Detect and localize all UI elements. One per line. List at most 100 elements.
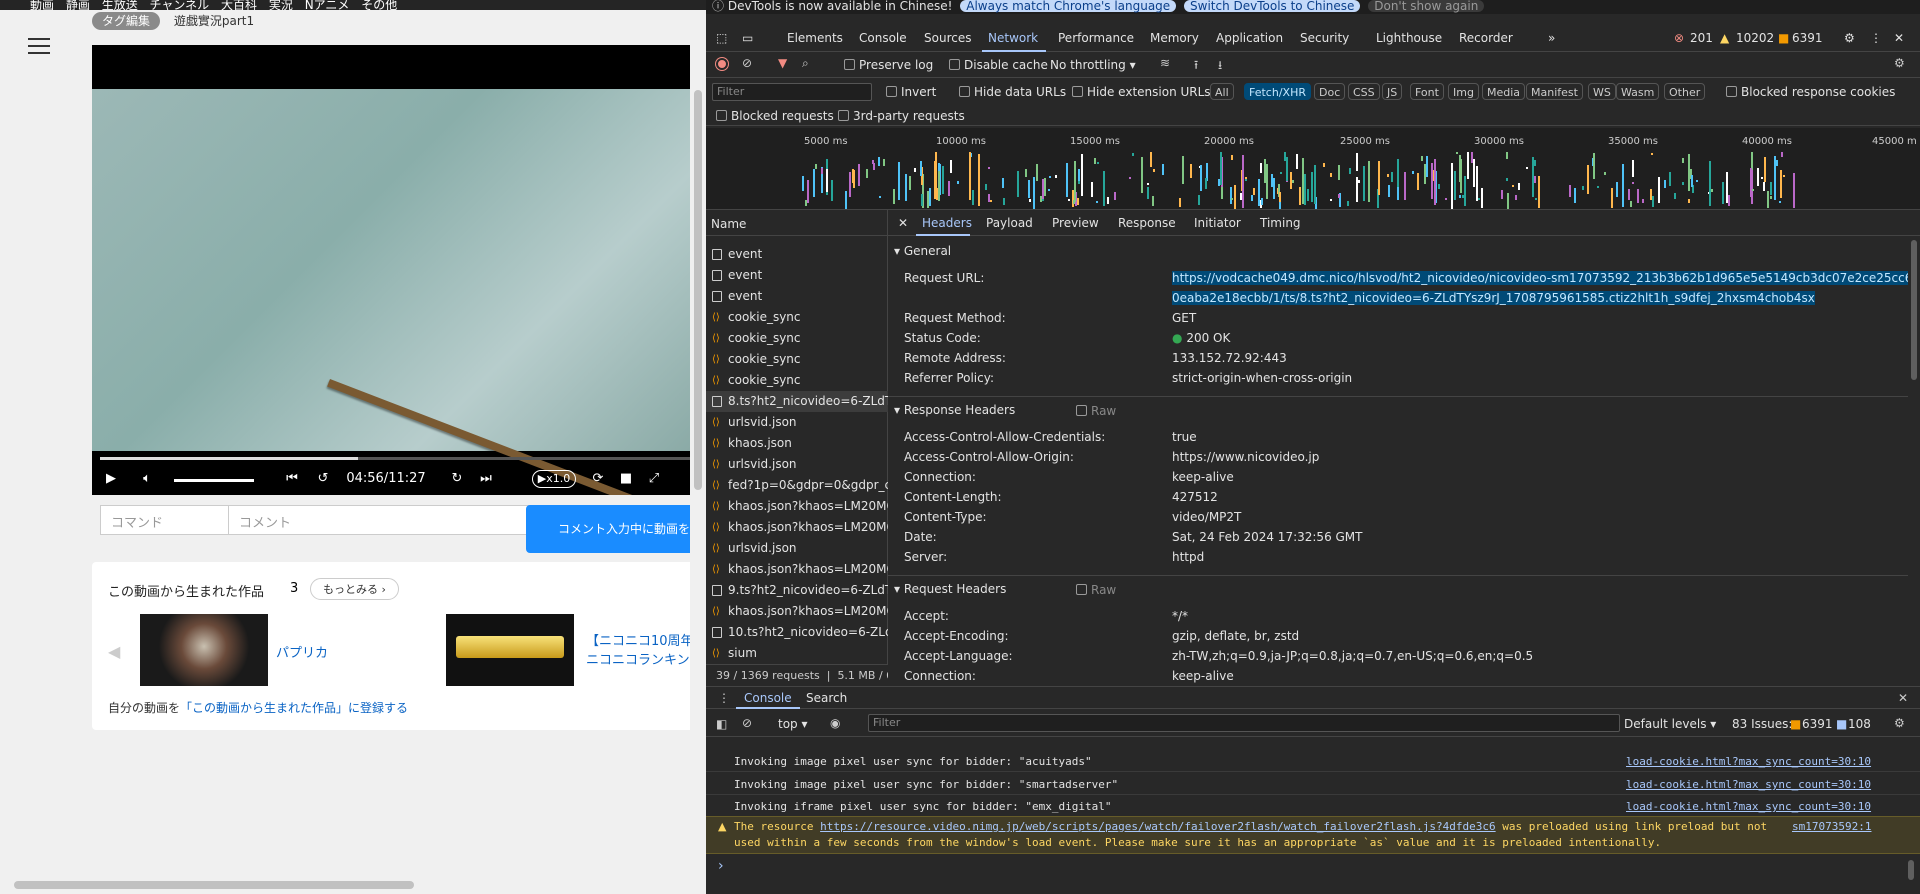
response-headers-section[interactable]: ▾ Response Headers [894,403,1015,417]
tab-elements[interactable]: Elements [787,31,843,45]
page-scrollbar[interactable] [690,10,706,876]
volume-slider[interactable] [174,479,254,482]
scrollbar-thumb[interactable] [1911,240,1917,380]
register-link[interactable]: 「この動画から生まれた作品」に登録する [180,701,408,715]
request-row[interactable]: ⟨⟩ khaos.json?khaos=LM20MQ... [706,601,888,622]
request-url-cont[interactable]: 0eaba2e18ecbb/1/ts/8.ts?ht2_nicovideo=6-… [1172,291,1815,305]
more-button[interactable]: もっとみる › [310,578,399,600]
work-thumbnail[interactable] [446,614,574,686]
issues-count[interactable]: 6391 [1792,31,1823,45]
tab-payload[interactable]: Payload [986,216,1033,230]
request-row[interactable]: event [706,286,888,307]
horizontal-scrollbar[interactable] [0,876,690,894]
tab-sources[interactable]: Sources [924,31,971,45]
work-label[interactable]: パプリカ [276,642,328,661]
live-expression-icon[interactable]: ◉ [830,716,840,730]
request-row[interactable]: 10.ts?ht2_nicovideo=6-ZLd... [706,622,888,643]
tab-timing[interactable]: Timing [1260,216,1301,230]
console-filter-input[interactable]: Filter [868,714,1620,732]
filter-icon[interactable]: ▼ [778,56,787,70]
request-row[interactable]: ⟨⟩ urlsvid.json [706,538,888,559]
nav-item[interactable]: 大百科 [221,0,257,10]
type-chip-img[interactable]: Img [1448,83,1479,100]
speed-button[interactable]: ▶x1.0 [532,470,576,488]
nav-item[interactable]: 生放送 [102,0,138,10]
seek-bar[interactable] [100,457,700,460]
search-icon[interactable]: ⌕ [802,56,809,71]
nav-item[interactable]: 実況 [269,0,293,10]
request-row[interactable]: event [706,265,888,286]
tab-network[interactable]: Network [988,31,1038,45]
type-chip-doc[interactable]: Doc [1314,83,1346,100]
console-source-link[interactable]: load-cookie.html?max_sync_count=30:10 [1626,755,1871,768]
detail-scrollbar[interactable] [1908,236,1920,686]
nav-item[interactable]: 静画 [66,0,90,10]
name-column-header[interactable]: Name [706,210,888,236]
tab-application[interactable]: Application [1216,31,1283,45]
skip-forward-icon[interactable]: ⏭︎ [478,469,494,489]
issue-info-count[interactable]: 108 [1848,717,1871,731]
settings-icon[interactable]: ⚙ [1844,31,1855,45]
rewind-10-icon[interactable]: ↺ [314,469,332,489]
type-chip-fetch-xhr[interactable]: Fetch/XHR [1244,83,1311,100]
tab-console[interactable]: Console [859,31,907,45]
play-icon[interactable]: ▶ [102,469,120,489]
request-row[interactable]: 9.ts?ht2_nicovideo=6-ZLdTY... [706,580,888,601]
work-label[interactable]: 【ニコニコ10周年 ニコニコランキン [586,632,694,670]
tag-item[interactable]: 遊戯實況part1 [174,14,254,28]
volume-icon[interactable]: 🔈︎ [138,469,156,489]
raw-checkbox[interactable]: Raw [1076,404,1116,418]
context-select[interactable]: top ▾ [778,717,808,731]
tag-edit-button[interactable]: タグ編集 [92,12,161,30]
drawer-menu-icon[interactable]: ⋮ [718,691,730,705]
filter-input[interactable]: Filter [712,83,872,101]
warning-count[interactable]: 10202 [1736,31,1774,45]
tab-preview[interactable]: Preview [1052,216,1099,230]
prev-arrow-icon[interactable]: ◀ [108,642,120,661]
close-drawer-icon[interactable]: ✕ [1898,691,1908,705]
type-chip-font[interactable]: Font [1410,83,1444,100]
log-levels-select[interactable]: Default levels ▾ [1624,717,1716,731]
nav-item[interactable]: チャンネル [150,0,210,10]
scrollbar-thumb[interactable] [694,90,702,490]
type-chip-all[interactable]: All [1210,83,1234,100]
request-row[interactable]: ⟨⟩ sium [706,643,888,664]
match-language-button[interactable]: Always match Chrome's language [960,0,1177,12]
request-row[interactable]: event [706,244,888,265]
scrollbar-thumb[interactable] [14,881,414,889]
request-row[interactable]: 8.ts?ht2_nicovideo=6-ZLdTY... [706,391,888,412]
clear-console-icon[interactable]: ⊘ [742,716,752,730]
type-chip-manifest[interactable]: Manifest [1526,83,1583,100]
request-row[interactable]: ⟨⟩ khaos.json?khaos=LM20MQ... [706,559,888,580]
request-row[interactable]: ⟨⟩ urlsvid.json [706,454,888,475]
disable-cache-checkbox[interactable]: Disable cache [949,58,1048,72]
export-har-icon[interactable]: ⭳ [1218,56,1222,77]
work-thumbnail[interactable] [140,614,268,686]
type-chip-css[interactable]: CSS [1348,83,1380,100]
console-source-link[interactable]: load-cookie.html?max_sync_count=30:10 [1626,778,1871,791]
issue-warn-count[interactable]: 6391 [1802,717,1833,731]
comment-input[interactable]: コメント [228,505,568,535]
raw-checkbox[interactable]: Raw [1076,583,1116,597]
kebab-menu-icon[interactable]: ⋮ [1870,31,1882,45]
nav-item[interactable]: その他 [361,0,397,10]
device-toggle-icon[interactable]: ▭ [742,31,753,45]
request-row[interactable]: ⟨⟩ khaos.json?khaos=LM20MQ... [706,517,888,538]
invert-checkbox[interactable]: Invert [886,85,936,99]
tab-performance[interactable]: Performance [1058,31,1134,45]
type-chip-js[interactable]: JS [1382,83,1403,100]
network-conditions-icon[interactable]: ≋ [1160,56,1170,70]
preserve-log-checkbox[interactable]: Preserve log [844,58,933,72]
type-chip-other[interactable]: Other [1664,83,1706,100]
request-url[interactable]: https://vodcache049.dmc.nico/hlsvod/ht2_… [1172,271,1920,285]
general-section[interactable]: ▾ General [894,244,951,258]
switch-language-button[interactable]: Switch DevTools to Chinese [1184,0,1361,12]
record-icon[interactable] [716,58,728,70]
sidebar-toggle-icon[interactable]: ◧ [716,717,727,731]
type-chip-wasm[interactable]: Wasm [1616,83,1660,100]
tab-response[interactable]: Response [1118,216,1176,230]
tab-initiator[interactable]: Initiator [1194,216,1241,230]
request-row[interactable]: ⟨⟩ khaos.json?khaos=LM20MQ... [706,496,888,517]
console-settings-icon[interactable]: ⚙ [1894,716,1905,730]
hide-data-urls-checkbox[interactable]: Hide data URLs [959,85,1066,99]
